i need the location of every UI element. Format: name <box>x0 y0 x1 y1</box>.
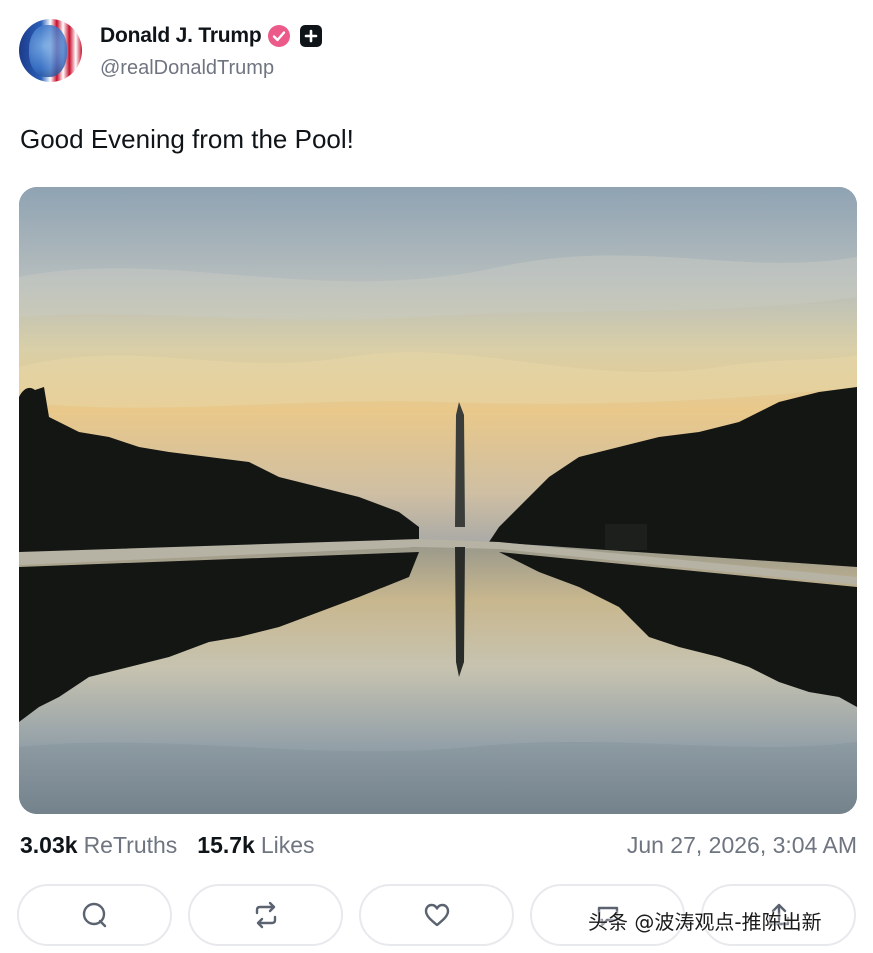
post-image[interactable] <box>19 187 857 814</box>
retruths-label[interactable]: ReTruths <box>84 832 178 859</box>
retruth-button[interactable] <box>188 884 343 946</box>
likes-count[interactable]: 15.7k <box>197 832 255 859</box>
post-header: Donald J. Trump @realDonaldTrump <box>19 19 859 85</box>
post-timestamp: Jun 27, 2026, 3:04 AM <box>626 831 857 858</box>
reply-icon <box>82 902 106 928</box>
plus-badge-icon <box>299 25 322 47</box>
verified-badge-icon <box>267 25 290 47</box>
author-handle[interactable]: @realDonaldTrump <box>100 57 274 80</box>
retruths-count[interactable]: 3.03k <box>20 832 78 859</box>
like-button[interactable] <box>359 884 514 946</box>
reply-button[interactable] <box>17 884 172 946</box>
heart-icon <box>424 903 449 927</box>
likes-label[interactable]: Likes <box>261 832 315 859</box>
author-name[interactable]: Donald J. Trump <box>100 24 262 48</box>
watermark: 头条 @波涛观点-推陈出新 <box>588 910 822 934</box>
avatar[interactable] <box>19 19 82 82</box>
author-name-row: Donald J. Trump <box>100 24 322 48</box>
post-text: Good Evening from the Pool! <box>20 124 354 154</box>
engagement-stats: 3.03k ReTruths 15.7k Likes Jun 27, 2026,… <box>20 828 857 862</box>
photo-icon <box>19 187 857 814</box>
retruth-icon <box>255 901 276 929</box>
